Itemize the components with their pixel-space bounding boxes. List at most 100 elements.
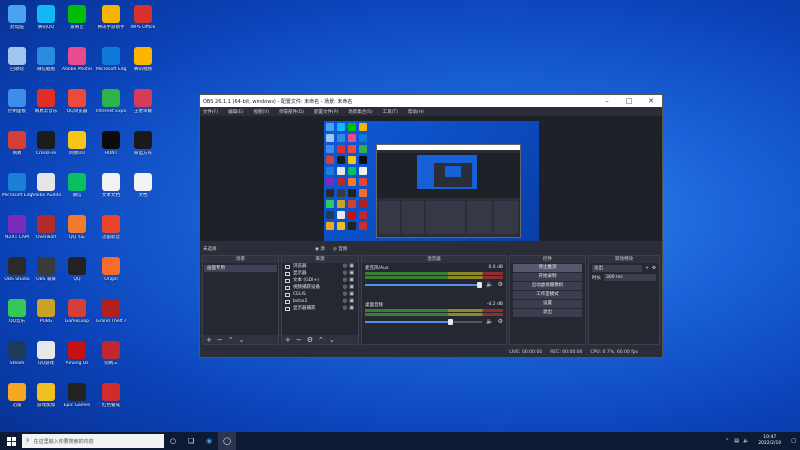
chevron-up-icon[interactable]: ⌃ [725,438,729,444]
desktop-icon[interactable]: Steam [2,338,32,380]
desktop-icon[interactable]: 游戏加加 [31,380,61,422]
radio-audio[interactable]: ◎ 音频 [333,246,347,252]
obs-taskbar-icon[interactable]: ◯ [218,432,236,450]
desktop-icon[interactable]: Internet Explorer [96,86,126,128]
notification-icon[interactable]: □ [791,438,796,444]
desktop-icon[interactable]: QQ浏览器 [62,86,92,128]
desktop-icon[interactable]: 网易云音乐 [31,86,61,128]
lock-icon[interactable]: ▣ [349,263,356,269]
move-down-icon[interactable]: ⌄ [239,336,245,344]
desktop-icon[interactable]: HUNT [96,128,126,170]
lock-icon[interactable]: ▣ [349,284,356,290]
desktop-icon[interactable]: 红色警戒 [96,380,126,422]
menu-tools[interactable]: 工具(T) [383,109,398,115]
desktop-icon[interactable]: Among Us [62,338,92,380]
desktop-icon[interactable]: 回收站 [2,44,32,86]
menu-view[interactable]: 视图(V) [253,109,269,115]
desktop-icon[interactable]: 王者荣耀 [128,86,158,128]
volume-slider[interactable] [365,318,483,325]
task-view-icon[interactable]: ❏ [182,432,200,450]
desktop-icon[interactable]: 迅雷 [2,380,32,422]
desktop-icon[interactable]: 腾讯QQ [31,2,61,44]
title-bar[interactable]: OBS 26.1.1 (64-bit, windows) - 配置文件: 未命名… [200,95,662,107]
desktop-icon[interactable]: QQ [62,254,92,296]
lock-icon[interactable]: ▣ [349,298,356,304]
clock[interactable]: 10:47 2022/2/10 [758,435,781,447]
desktop-icon[interactable]: NZXT CAM [2,212,32,254]
desktop-icon[interactable]: Microsoft Edge [96,44,126,86]
menu-help[interactable]: 帮助(H) [408,109,424,115]
desktop-icon[interactable]: Grand Theft Auto [96,296,126,338]
lock-icon[interactable]: ▣ [349,305,356,311]
speaker-icon[interactable]: 🔈 [486,318,493,325]
desktop-icon[interactable]: Microsoft Edge [2,170,32,212]
move-down-icon[interactable]: ⌄ [329,336,335,344]
volume-slider[interactable] [365,281,483,288]
desktop-icon[interactable]: 控制面板 [2,86,32,128]
speaker-icon[interactable]: 🔈 [486,281,493,288]
desktop-icon[interactable]: QQ游戏 [31,338,61,380]
settings-button[interactable]: 设置 [513,300,582,308]
desktop-icon[interactable]: PUBG [31,296,61,338]
taskbar-search[interactable]: ⚲ 在这里输入你要搜索的内容 [22,434,164,448]
gear-icon[interactable]: ⚙ [498,281,503,288]
menu-scene-collection[interactable]: 场景集合(S) [348,109,372,115]
desktop-icon[interactable]: WPS Office [128,2,158,44]
menu-profile[interactable]: 配置文件(P) [314,109,338,115]
menu-file[interactable]: 文件(F) [203,109,218,115]
radio-source[interactable]: ◉ 源 [315,246,325,252]
desktop-icon[interactable]: CrossFire [31,128,61,170]
lock-icon[interactable]: ▣ [349,270,356,276]
desktop-icon[interactable]: 剑网三 [96,338,126,380]
source-item[interactable]: 文本 (GDI+) ◎▣ [282,277,358,284]
menu-docks[interactable]: 停靠部件(D) [279,109,304,115]
exit-button[interactable]: 退出 [513,309,582,317]
desktop-icon[interactable]: 命运方舟 [128,128,158,170]
desktop-icon[interactable]: QQ飞车 [62,212,92,254]
volume-icon[interactable]: 🔈 [743,438,749,444]
close-button[interactable]: ✕ [640,95,662,107]
desktop-icon[interactable]: QQ音乐 [2,296,32,338]
windows-start-button[interactable] [0,432,22,450]
transition-select[interactable]: 淡出 [592,265,643,272]
lock-icon[interactable]: ▣ [349,277,356,283]
add-scene-button[interactable]: + [206,336,212,344]
edge-taskbar-icon[interactable]: ◉ [200,432,218,450]
preview-canvas[interactable] [324,121,539,241]
desktop-icon[interactable]: 微信截图 [31,44,61,86]
source-item[interactable]: 浏览器 ◎▣ [282,263,358,270]
desktop-icon[interactable]: Origin [96,254,126,296]
source-item[interactable]: 显示器 ◎▣ [282,270,358,277]
desktop-icon[interactable]: Adobe Audition [31,170,61,212]
desktop-icon[interactable]: Overwolf [31,212,61,254]
lock-icon[interactable]: ▣ [349,291,356,297]
desktop-icon[interactable]: 文档 [128,170,158,212]
desktop-icon[interactable]: GameLoop [62,296,92,338]
source-item[interactable]: CELIS ◎▣ [282,291,358,298]
desktop-icon[interactable]: 网易 [2,128,32,170]
remove-scene-button[interactable]: − [217,336,223,344]
move-up-icon[interactable]: ⌃ [318,336,324,344]
stop-streaming-button[interactable]: 停止推流 [513,264,582,272]
remove-source-button[interactable]: − [296,336,302,344]
minimize-button[interactable]: – [596,95,618,107]
duration-input[interactable]: 300 ms [604,274,656,281]
desktop-icon[interactable]: 此电脑 [2,2,32,44]
add-source-button[interactable]: + [285,336,291,344]
desktop-icon[interactable]: 迅雷影音 [96,212,126,254]
gear-icon[interactable]: ⚙ [652,266,656,271]
source-item[interactable]: bstar2 ◎▣ [282,298,358,305]
preview-area[interactable] [200,116,662,241]
desktop-icon[interactable]: Epic Games [62,380,92,422]
desktop-icon[interactable]: OBS Studio [2,254,32,296]
scene-item[interactable]: 画面专用 [204,265,277,272]
cortana-icon[interactable]: ○ [164,432,182,450]
desktop-icon[interactable]: 腾讯手游助手 [96,2,126,44]
obs-window[interactable]: OBS 26.1.1 (64-bit, windows) - 配置文件: 未命名… [199,94,663,358]
gear-icon[interactable]: ⚙ [498,318,503,325]
desktop-icon[interactable]: 网易UU [62,128,92,170]
desktop-icon[interactable]: 爱奇艺 [62,2,92,44]
add-transition-button[interactable]: + [645,266,649,271]
desktop-icon[interactable]: 微信 [62,170,92,212]
studio-mode-button[interactable]: 工作室模式 [513,291,582,299]
